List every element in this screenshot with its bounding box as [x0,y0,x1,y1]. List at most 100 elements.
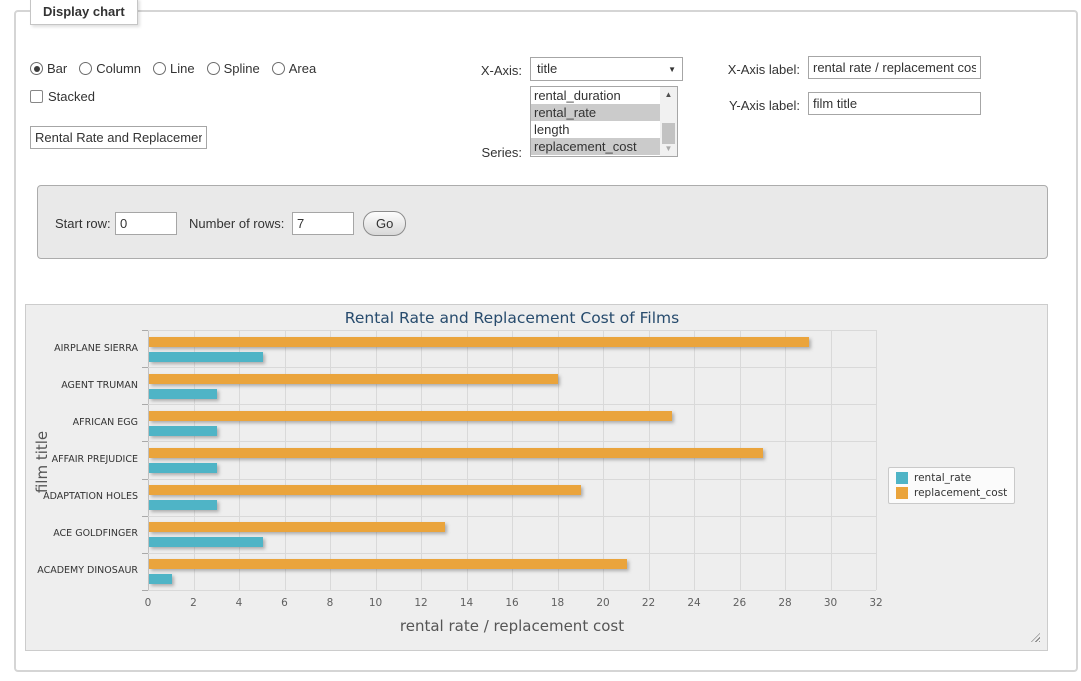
legend-swatch [896,472,908,484]
chart-type-label-bar: Bar [47,61,67,76]
series-options: rental_durationrental_ratelengthreplacem… [531,87,677,155]
chart-type-label-column: Column [96,61,141,76]
bar-replacement_cost[interactable] [149,485,581,495]
stacked-checkbox[interactable] [30,90,43,103]
number-of-rows-input[interactable] [292,212,354,235]
y-gridline [148,553,876,554]
bar-rental_rate[interactable] [149,352,263,362]
panel-title: Display chart [30,0,138,25]
row-range-panel: Start row: Number of rows: Go [37,185,1048,259]
y-gridline [148,441,876,442]
x-gridline [603,330,604,590]
x-gridline [649,330,650,590]
x-tick-label: 6 [270,597,300,609]
y-tick-mark [142,404,148,405]
x-gridline [421,330,422,590]
bar-rental_rate[interactable] [149,500,217,510]
x-axis-select-label: X-Axis: [414,63,522,78]
series-multiselect[interactable]: rental_durationrental_ratelengthreplacem… [530,86,678,157]
x-gridline [376,330,377,590]
bar-rental_rate[interactable] [149,537,263,547]
y-gridline [148,330,876,331]
chart-type-label-line: Line [170,61,195,76]
bar-rental_rate[interactable] [149,463,217,473]
radio-column[interactable] [79,62,92,75]
chart-type-label-spline: Spline [224,61,260,76]
x-gridline [558,330,559,590]
x-tick-label: 20 [588,597,618,609]
bar-rental_rate[interactable] [149,389,217,399]
scrollbar-down-icon[interactable]: ▼ [660,141,677,156]
x-axis-select[interactable]: title ▼ [530,57,683,81]
display-chart-fieldset: Display chart BarColumnLineSplineArea St… [14,10,1078,672]
category-label: AGENT TRUMAN [26,380,138,392]
series-option-length[interactable]: length [531,121,677,138]
y-tick-mark [142,330,148,331]
x-tick-label: 0 [133,597,163,609]
series-option-rental_duration[interactable]: rental_duration [531,87,677,104]
x-tick-label: 8 [315,597,345,609]
legend-label: replacement_cost [914,487,1007,499]
series-select-label: Series: [414,145,522,160]
bar-replacement_cost[interactable] [149,374,558,384]
legend-item-rental_rate[interactable]: rental_rate [896,472,1007,484]
chart-type-option-line[interactable]: Line [153,61,195,76]
category-label: AFFAIR PREJUDICE [26,454,138,466]
chart-title-input[interactable] [30,126,207,149]
x-tick-label: 4 [224,597,254,609]
x-gridline [194,330,195,590]
chart-type-option-spline[interactable]: Spline [207,61,260,76]
x-axis-label-input[interactable] [808,56,981,79]
x-axis-label-field-label: X-Axis label: [696,62,800,77]
bar-replacement_cost[interactable] [149,559,627,569]
bar-rental_rate[interactable] [149,426,217,436]
y-tick-mark [142,553,148,554]
x-tick-label: 32 [861,597,891,609]
x-tick-label: 14 [452,597,482,609]
radio-area[interactable] [272,62,285,75]
chart-type-option-area[interactable]: Area [272,61,316,76]
x-tick-label: 16 [497,597,527,609]
start-row-label: Start row: [55,216,111,231]
x-tick-label: 12 [406,597,436,609]
x-tick-label: 2 [179,597,209,609]
radio-spline[interactable] [207,62,220,75]
y-axis-label-input[interactable] [808,92,981,115]
number-of-rows-label: Number of rows: [189,216,284,231]
bar-replacement_cost[interactable] [149,522,445,532]
chart-x-axis-title: rental rate / replacement cost [148,617,876,635]
x-axis-selected-value: title [537,61,557,76]
radio-line[interactable] [153,62,166,75]
scrollbar-up-icon[interactable]: ▲ [660,87,677,102]
bar-rental_rate[interactable] [149,574,172,584]
go-button[interactable]: Go [363,211,406,236]
category-label: ADAPTATION HOLES [26,491,138,503]
radio-bar[interactable] [30,62,43,75]
chart-title: Rental Rate and Replacement Cost of Film… [148,309,876,327]
y-gridline [148,367,876,368]
bar-replacement_cost[interactable] [149,337,809,347]
legend-item-replacement_cost[interactable]: replacement_cost [896,487,1007,499]
category-label: AIRPLANE SIERRA [26,343,138,355]
bar-replacement_cost[interactable] [149,411,672,421]
bar-replacement_cost[interactable] [149,448,763,458]
chart-resize-handle[interactable] [1031,633,1040,642]
category-label: ACADEMY DINOSAUR [26,565,138,577]
series-option-rental_rate[interactable]: rental_rate [531,104,677,121]
legend-label: rental_rate [914,472,971,484]
stacked-label: Stacked [48,89,95,104]
start-row-input[interactable] [115,212,177,235]
series-option-replacement_cost[interactable]: replacement_cost [531,138,677,155]
x-gridline [831,330,832,590]
chart-type-option-bar[interactable]: Bar [30,61,67,76]
x-tick-label: 30 [816,597,846,609]
stacked-option[interactable]: Stacked [30,89,95,104]
chevron-down-icon: ▼ [668,58,676,82]
chart-type-option-column[interactable]: Column [79,61,141,76]
x-gridline [876,330,877,590]
x-tick-label: 18 [543,597,573,609]
x-gridline [467,330,468,590]
series-scrollbar[interactable]: ▲ ▼ [660,87,677,156]
x-gridline [239,330,240,590]
y-tick-mark [142,479,148,480]
